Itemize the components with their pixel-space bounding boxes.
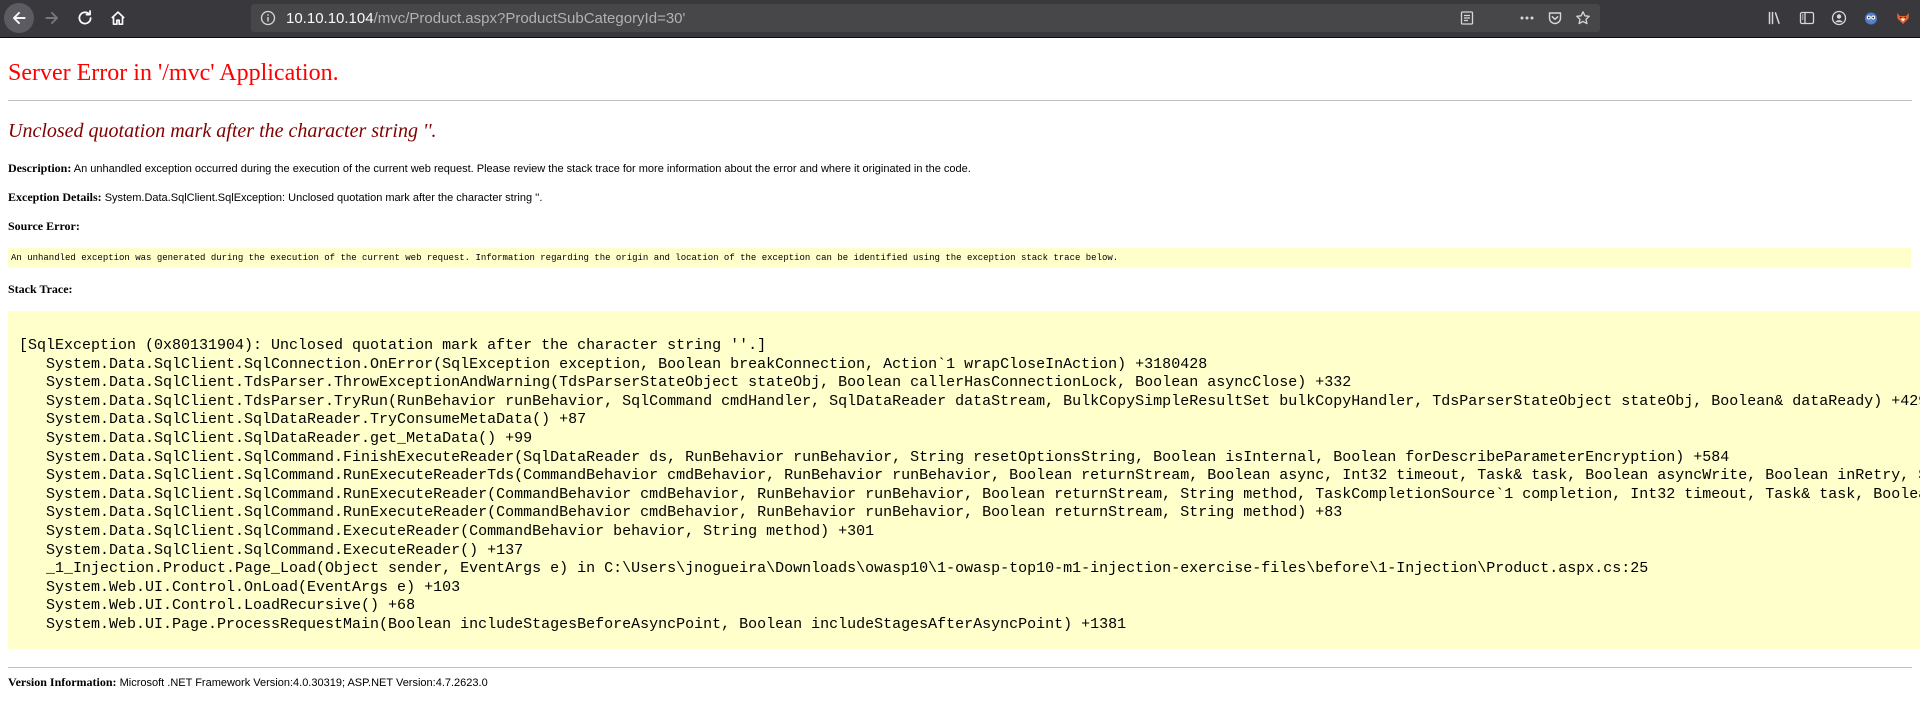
error-page: Server Error in '/mvc' Application. Uncl… [0,58,1920,690]
home-icon [111,11,125,26]
exception-label: Exception Details: [8,190,102,204]
sidebar-icon[interactable] [1798,9,1816,27]
url-host: 10.10.10.104 [286,9,374,27]
account-icon[interactable] [1830,9,1848,27]
reload-icon [78,10,92,25]
home-button[interactable] [103,3,133,33]
bookmark-star-icon[interactable] [1574,9,1592,27]
reader-view-icon[interactable] [1458,9,1476,27]
version-information: Version Information: Microsoft .NET Fram… [8,675,1912,690]
description-paragraph: Description: An unhandled exception occu… [8,161,1912,176]
back-button[interactable] [4,3,34,33]
reload-button[interactable] [70,3,100,33]
server-error-title: Server Error in '/mvc' Application. [8,60,339,86]
url-path: /mvc/Product.aspx?ProductSubCategoryId=3… [373,9,686,27]
source-error-box: An unhandled exception was generated dur… [8,248,1911,268]
error-heading: Unclosed quotation mark after the charac… [8,120,437,142]
stack-trace-line: System.Web.UI.Control.LoadRecursive() +6… [19,597,416,615]
site-info-icon[interactable] [260,10,276,26]
stack-trace-line: System.Data.SqlClient.SqlCommand.RunExec… [19,467,1920,485]
title-divider [8,100,1912,101]
stack-trace-line: System.Data.SqlClient.SqlCommand.Execute… [19,522,875,540]
stack-trace-line: System.Web.UI.Control.OnLoad(EventArgs e… [19,578,461,596]
source-error-label: Source Error: [8,219,80,233]
footer-divider [8,667,1912,668]
arrow-right-icon [45,11,59,25]
stack-trace-line: System.Data.SqlClient.TdsParser.TryRun(R… [19,392,1920,410]
stack-trace-line: System.Data.SqlClient.SqlCommand.Execute… [19,541,524,559]
stack-trace-line: System.Data.SqlClient.SqlDataReader.TryC… [19,411,587,429]
pocket-icon[interactable] [1546,9,1564,27]
stack-trace-box: [SqlException (0x80131904): Unclosed quo… [8,311,1920,649]
stack-trace-paragraph: Stack Trace: [8,282,1912,297]
browser-toolbar: 10.10.10.104/mvc/Product.aspx?ProductSub… [0,0,1920,38]
exception-details-paragraph: Exception Details: System.Data.SqlClient… [8,190,1912,205]
stack-trace-line: [SqlException (0x80131904): Unclosed quo… [19,337,767,354]
extension-fox-icon[interactable] [1894,9,1912,27]
stack-trace-line: System.Data.SqlClient.SqlCommand.RunExec… [19,504,1343,522]
stack-trace-text: [SqlException (0x80131904): Unclosed quo… [19,337,1920,635]
url-text[interactable]: 10.10.10.104/mvc/Product.aspx?ProductSub… [286,10,685,27]
url-actions [1458,9,1600,27]
arrow-left-icon [12,11,26,25]
stack-trace-line: System.Data.SqlClient.SqlConnection.OnEr… [19,355,1208,373]
stack-trace-line: System.Data.SqlClient.SqlCommand.RunExec… [19,485,1920,503]
description-label: Description: [8,161,72,175]
stack-trace-label: Stack Trace: [8,282,73,296]
page-actions-icon[interactable] [1518,9,1536,27]
stack-trace-line: System.Web.UI.Page.ProcessRequestMain(Bo… [19,615,1127,633]
version-label: Version Information: [8,675,117,689]
library-icon[interactable] [1766,9,1784,27]
description-text: An unhandled exception occurred during t… [71,163,971,175]
extension-owl-icon[interactable] [1862,9,1880,27]
stack-trace-line: System.Data.SqlClient.SqlCommand.FinishE… [19,448,1730,466]
version-text: Microsoft .NET Framework Version:4.0.303… [116,677,488,689]
toolbar-right [1766,4,1912,32]
source-error-paragraph: Source Error: [8,219,1912,234]
exception-text: System.Data.SqlClient.SqlException: Uncl… [101,192,543,204]
forward-button[interactable] [37,3,67,33]
stack-trace-line: System.Data.SqlClient.SqlDataReader.get_… [19,429,533,447]
url-bar[interactable]: 10.10.10.104/mvc/Product.aspx?ProductSub… [251,4,1600,32]
stack-trace-line: _1_Injection.Product.Page_Load(Object se… [19,560,1649,578]
stack-trace-line: System.Data.SqlClient.TdsParser.ThrowExc… [19,374,1352,392]
